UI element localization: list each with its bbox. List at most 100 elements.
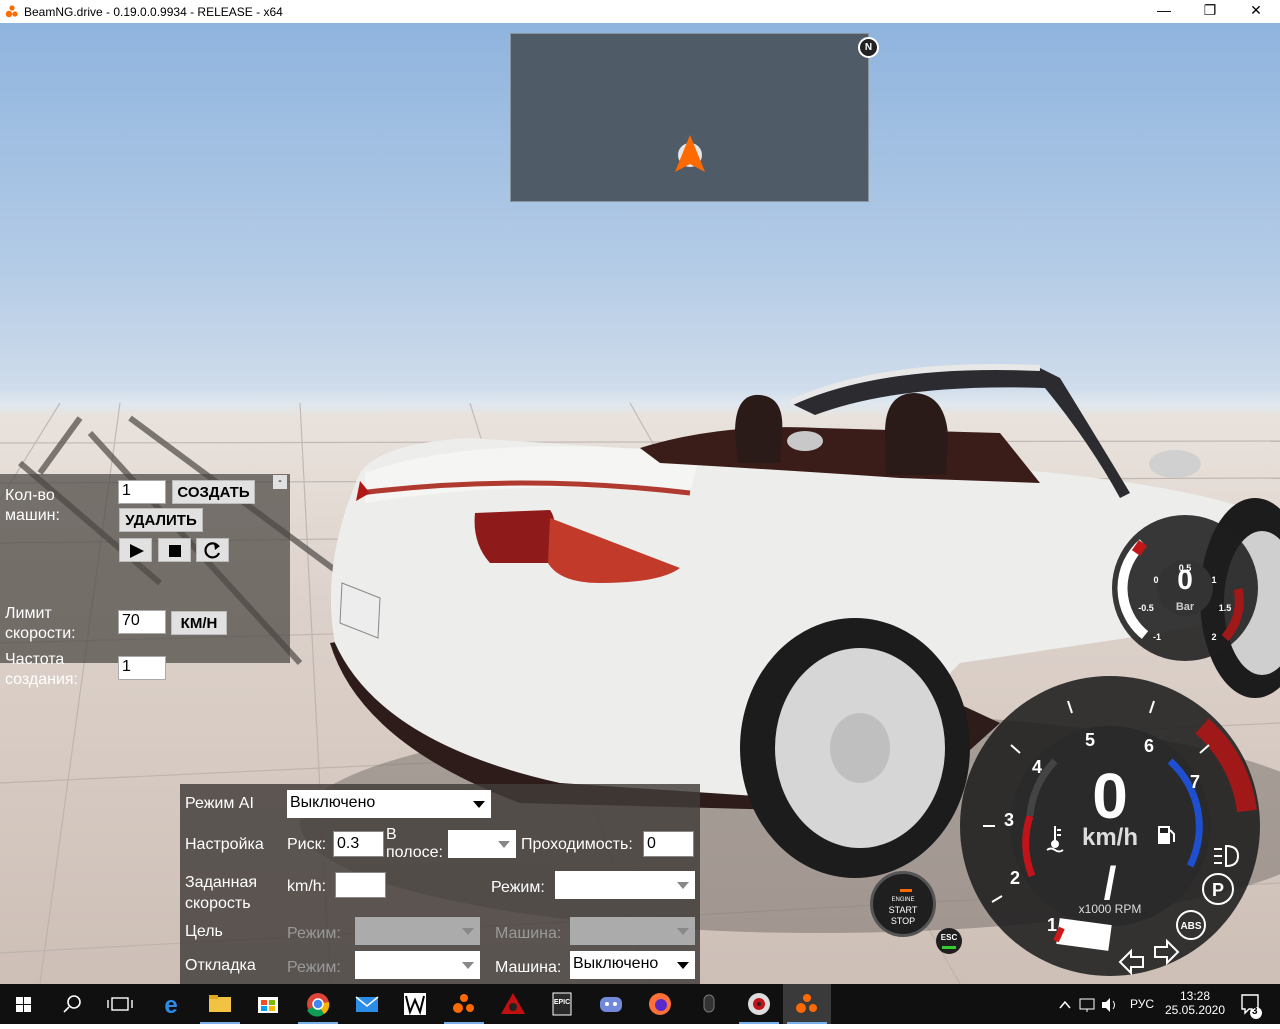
create-button[interactable]: СОЗДАТЬ [172, 480, 255, 504]
speed-unit-button[interactable]: КМ/Н [171, 611, 227, 635]
notifications-button[interactable]: 3 [1236, 984, 1276, 1024]
taskbar-media-app[interactable] [735, 984, 783, 1024]
game-viewport[interactable]: N Кол-во машин: 1 СОЗДАТЬ - УДАЛИТЬ Лими… [0, 23, 1280, 984]
minimize-button[interactable]: — [1141, 0, 1187, 23]
engine-indicator-icon [900, 889, 912, 892]
collapse-button[interactable]: - [273, 475, 287, 489]
minimap[interactable] [510, 33, 869, 202]
passability-input[interactable]: 0 [643, 831, 694, 857]
stop-button[interactable] [158, 538, 191, 562]
speed-limit-input[interactable]: 70 [118, 610, 166, 634]
taskbar-chrome[interactable] [294, 984, 342, 1024]
taskbar-store[interactable] [244, 984, 292, 1024]
boost-gauge: 0 Bar -1 -0.5 0 0.5 1 1.5 2 [1112, 515, 1258, 661]
taskbar-epic-games[interactable]: EPIC [538, 984, 586, 1024]
passability-label: Проходимость: [521, 836, 633, 853]
play-button[interactable] [119, 538, 152, 562]
compass-north-icon: N [858, 37, 879, 58]
ai-mode-select[interactable]: Выключено [287, 790, 491, 818]
stop-icon [169, 545, 181, 557]
chevron-down-icon [462, 928, 474, 935]
game-app-icon [501, 993, 525, 1014]
rpm-label: x1000 RPM [1079, 902, 1142, 916]
boost-tick: 2 [1211, 632, 1216, 642]
target-speed-label: Заданная скорость [185, 874, 258, 912]
target-speed-input[interactable] [335, 872, 386, 898]
in-lane-select[interactable] [448, 830, 516, 858]
maximize-button[interactable]: ❐ [1187, 0, 1233, 23]
reset-button[interactable] [196, 538, 229, 562]
taskbar-beamng-drive[interactable] [783, 984, 831, 1024]
store-icon [258, 997, 278, 1013]
system-tray-icons[interactable] [1050, 984, 1130, 1024]
window-title-bar[interactable]: BeamNG.drive - 0.19.0.0.9934 - RELEASE -… [0, 0, 1280, 23]
chevron-down-icon [473, 801, 485, 808]
risk-label: Риск: [287, 836, 327, 853]
stop-label: STOP [890, 916, 916, 926]
ai-mode-value: Выключено [290, 794, 376, 811]
taskbar-discord[interactable] [587, 984, 635, 1024]
target-mode-select[interactable] [355, 917, 480, 945]
tachometer: 1 2 3 4 5 6 7 0 km/h / x1000 RPM P ABS [960, 676, 1260, 976]
taskbar-mouse-app[interactable] [685, 984, 733, 1024]
task-view-icon [107, 997, 133, 1011]
refresh-icon [204, 542, 221, 559]
spawn-rate-input[interactable]: 1 [118, 656, 166, 680]
mouse-icon [703, 994, 715, 1013]
clock[interactable]: 13:28 25.05.2020 [1160, 984, 1230, 1024]
firefox-icon [649, 993, 671, 1015]
svg-text:EPIC: EPIC [554, 999, 570, 1006]
speed-mode-label: Режим: [491, 879, 545, 896]
beamng-app-icon [5, 5, 18, 18]
chevron-down-icon [677, 928, 689, 935]
close-button[interactable]: ✕ [1233, 0, 1279, 23]
esc-label: ESC [940, 933, 958, 942]
play-icon [130, 544, 144, 558]
in-lane-label: В полосе: [386, 826, 443, 861]
boost-tick: -0.5 [1138, 603, 1154, 613]
chevron-down-icon [677, 962, 689, 969]
chrome-icon [307, 993, 330, 1017]
engine-start-stop-button[interactable]: ENGINE START STOP [870, 871, 936, 937]
setup-label: Настройка [185, 836, 264, 853]
delete-button[interactable]: УДАЛИТЬ [119, 508, 203, 532]
taskbar-mail[interactable] [343, 984, 391, 1024]
vehicle-count-input[interactable]: 1 [118, 480, 166, 504]
boost-tick: 1 [1211, 575, 1216, 585]
edge-icon: e [164, 992, 177, 1019]
debug-mode-select[interactable] [355, 951, 480, 979]
windows-icon [16, 997, 31, 1012]
esc-led-icon [942, 946, 956, 949]
speed-mode-select[interactable] [555, 871, 695, 899]
ai-mode-label: Режим AI [185, 795, 254, 812]
taskbar-app-wm[interactable] [391, 984, 439, 1024]
taskbar-app-red[interactable] [489, 984, 537, 1024]
target-vehicle-select[interactable] [570, 917, 695, 945]
speed-limit-label: Лимит скорости: [5, 605, 76, 642]
notification-icon [1241, 994, 1262, 1019]
chevron-down-icon [677, 882, 689, 889]
chevron-down-icon [498, 841, 510, 848]
debug-vehicle-select[interactable]: Выключено [570, 951, 695, 979]
taskbar-edge[interactable]: e [147, 984, 195, 1024]
clock-time: 13:28 [1179, 989, 1211, 1003]
epic-games-icon: EPIC [552, 992, 572, 1016]
kmh-label: km/h: [287, 878, 327, 895]
speed-unit: km/h [1082, 824, 1138, 851]
risk-input[interactable]: 0.3 [333, 831, 384, 857]
taskbar-beamng-launcher[interactable] [440, 984, 488, 1024]
search-button[interactable] [48, 984, 96, 1024]
folder-icon [209, 995, 231, 1012]
start-button[interactable] [0, 984, 48, 1024]
rpm-tick: 2 [1010, 868, 1020, 888]
task-view-button[interactable] [96, 984, 144, 1024]
network-icon [1079, 998, 1095, 1012]
target-mode-label: Режим: [287, 925, 341, 942]
boost-unit: Bar [1176, 601, 1195, 613]
rpm-tick: 3 [1004, 810, 1014, 830]
taskbar-explorer[interactable] [196, 984, 244, 1024]
boost-tick: 0.5 [1179, 563, 1192, 573]
taskbar-firefox[interactable] [636, 984, 684, 1024]
rpm-tick: 4 [1032, 757, 1042, 777]
start-label: START [888, 905, 918, 915]
